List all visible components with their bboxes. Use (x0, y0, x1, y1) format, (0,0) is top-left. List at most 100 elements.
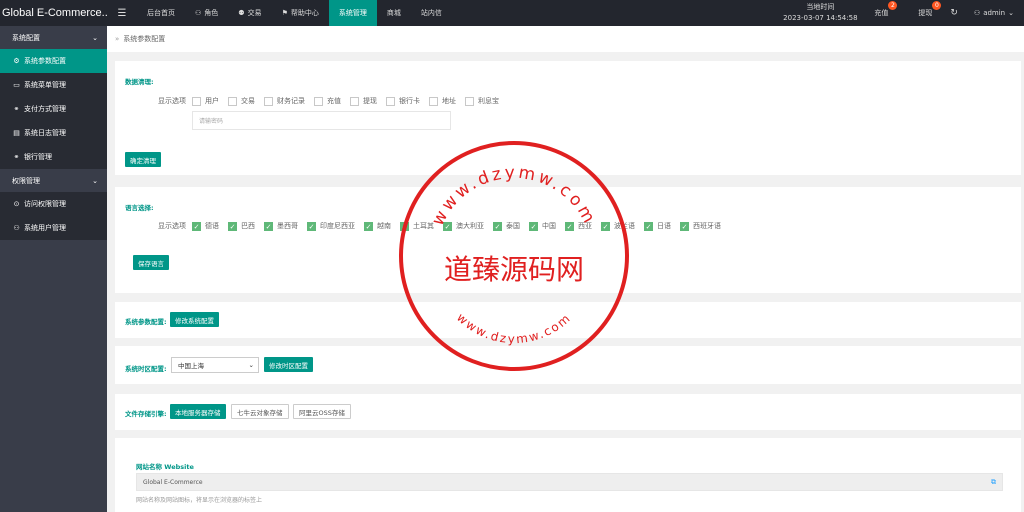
sidebar-item-menu[interactable]: ▭ 系统菜单管理 (0, 73, 107, 97)
password-input[interactable]: 请输密码 (192, 111, 451, 130)
sidebar-item-label: 支付方式管理 (24, 105, 66, 113)
nav-roles[interactable]: ⚇ 角色 (185, 0, 228, 26)
language-option[interactable]: ✓ 西班牙语 (680, 221, 721, 231)
nav-mall[interactable]: 商城 (377, 0, 411, 26)
check-icon[interactable]: ✓ (443, 221, 452, 231)
timezone-select[interactable]: 中国上海 ⌄ (171, 357, 259, 373)
checkbox-label: 利息宝 (478, 97, 499, 105)
checkbox[interactable] (192, 96, 201, 106)
link-icon: ⚭ (13, 105, 20, 113)
clear-option[interactable]: 地址 (429, 96, 456, 106)
checkbox[interactable] (264, 96, 273, 106)
nav-label: 系统管理 (338, 9, 367, 17)
nav-label: 后台首页 (147, 9, 175, 17)
sidebar-item-params[interactable]: ⚙ 系统参数配置 (0, 49, 107, 73)
recharge-link[interactable]: 充值 2 (866, 0, 898, 26)
sidebar-group-system[interactable]: 系统配置 ⌄ (0, 26, 107, 49)
save-language-button[interactable]: 保存语言 (133, 255, 169, 270)
clear-option[interactable]: 提现 (350, 96, 377, 106)
check-icon[interactable]: ✓ (529, 221, 538, 231)
user-icon: ⚇ (13, 224, 20, 232)
check-icon[interactable]: ✓ (228, 221, 237, 231)
clear-option[interactable]: 用户 (192, 96, 219, 106)
sidebar-item-label: 系统参数配置 (24, 57, 66, 65)
user-menu[interactable]: ⚇ admin ⌄ (968, 9, 1024, 17)
edit-timezone-button[interactable]: 修改时区配置 (264, 357, 313, 372)
storage-qiniu-button[interactable]: 七牛云对象存储 (231, 404, 289, 419)
sidebar-item-label: 访问权限管理 (24, 200, 66, 208)
check-icon[interactable]: ✓ (493, 221, 502, 231)
menu-icon[interactable]: ☰ (107, 0, 137, 26)
checkbox[interactable] (386, 96, 395, 106)
storage-local-button[interactable]: 本地服务器存储 (170, 404, 226, 419)
website-title: 网站名称 Website (136, 463, 194, 471)
language-option[interactable]: ✓ 越南 (364, 221, 391, 231)
clear-option[interactable]: 交易 (228, 96, 255, 106)
website-name-input[interactable]: Global E-Commerce ⧉ (136, 473, 1003, 491)
checkbox[interactable] (429, 96, 438, 106)
sidebar-group-permissions[interactable]: 权限管理 ⌄ (0, 169, 107, 192)
check-icon[interactable]: ✓ (565, 221, 574, 231)
gear-icon: ⚙ (13, 57, 20, 65)
language-option[interactable]: ✓ 波兰语 (601, 221, 635, 231)
window-icon: ▭ (13, 81, 20, 89)
language-options: 显示选项 ✓ 德语 ✓ 巴西 ✓ 墨西哥 ✓ 印度尼西亚 ✓ 越南 ✓ 土耳其 ✓ 澳大利亚 … (158, 221, 730, 231)
checkbox[interactable] (350, 96, 359, 106)
checkbox[interactable] (228, 96, 237, 106)
checkbox[interactable] (314, 96, 323, 106)
withdraw-label: 提现 (918, 9, 933, 17)
clear-option[interactable]: 财务记录 (264, 96, 305, 106)
clear-option[interactable]: 利息宝 (465, 96, 499, 106)
clear-option[interactable]: 银行卡 (386, 96, 420, 106)
language-option[interactable]: ✓ 日语 (644, 221, 671, 231)
checkbox-label: 波兰语 (614, 222, 635, 230)
copy-icon[interactable]: ⧉ (991, 478, 996, 487)
language-option[interactable]: ✓ 西亚 (565, 221, 592, 231)
checkbox-label: 提现 (363, 97, 377, 105)
clear-option[interactable]: 充值 (314, 96, 341, 106)
checkbox[interactable] (465, 96, 474, 106)
nav-trade[interactable]: ⚉ 交易 (228, 0, 271, 26)
options-label: 显示选项 (158, 222, 186, 230)
language-option[interactable]: ✓ 德语 (192, 221, 219, 231)
check-icon[interactable]: ✓ (192, 221, 201, 231)
check-icon[interactable]: ✓ (644, 221, 653, 231)
data-clear-card: 数据清理: 显示选项 用户 交易 财务记录 充值 提现 银行卡 地址 利息宝 请… (115, 61, 1021, 175)
brand-title[interactable]: Global E-Commerce... (0, 0, 107, 26)
confirm-clear-button[interactable]: 确定清理 (125, 152, 161, 167)
nav-messages[interactable]: 站内信 (411, 0, 452, 26)
nav-help[interactable]: ⚑ 帮助中心 (272, 0, 329, 26)
language-option[interactable]: ✓ 巴西 (228, 221, 255, 231)
nav-dashboard[interactable]: 后台首页 (137, 0, 185, 26)
nav-system[interactable]: 系统管理 (328, 0, 377, 26)
sidebar-item-users[interactable]: ⚇ 系统用户管理 (0, 216, 107, 240)
group-label: 系统配置 (12, 33, 40, 42)
language-option[interactable]: ✓ 中国 (529, 221, 556, 231)
checkbox-label: 交易 (241, 97, 255, 105)
check-icon[interactable]: ✓ (264, 221, 273, 231)
check-icon[interactable]: ✓ (307, 221, 316, 231)
refresh-icon[interactable]: ↻ (940, 8, 968, 18)
sidebar-item-banks[interactable]: ⚭ 银行管理 (0, 145, 107, 169)
language-option[interactable]: ✓ 土耳其 (400, 221, 434, 231)
sidebar-item-access[interactable]: ⊙ 访问权限管理 (0, 192, 107, 216)
edit-system-config-button[interactable]: 修改系统配置 (170, 312, 219, 327)
sidebar-item-logs[interactable]: ▤ 系统日志管理 (0, 121, 107, 145)
checkbox-label: 用户 (205, 97, 219, 105)
check-icon[interactable]: ✓ (400, 221, 409, 231)
storage-aliyun-button[interactable]: 阿里云OSS存储 (293, 404, 351, 419)
check-icon[interactable]: ✓ (680, 221, 689, 231)
language-option[interactable]: ✓ 墨西哥 (264, 221, 298, 231)
language-option[interactable]: ✓ 澳大利亚 (443, 221, 484, 231)
sidebar: 系统配置 ⌄ ⚙ 系统参数配置 ▭ 系统菜单管理 ⚭ 支付方式管理 ▤ 系统日志管理 ⚭ 银… (0, 26, 107, 512)
language-option[interactable]: ✓ 印度尼西亚 (307, 221, 355, 231)
check-icon[interactable]: ✓ (364, 221, 373, 231)
checkbox-label: 泰国 (506, 222, 520, 230)
timezone-value: 中国上海 (178, 362, 204, 370)
check-icon[interactable]: ✓ (601, 221, 610, 231)
sidebar-item-payment[interactable]: ⚭ 支付方式管理 (0, 97, 107, 121)
breadcrumb: » 系统参数配置 (107, 26, 1024, 52)
withdraw-link[interactable]: 提现 0 (910, 0, 942, 26)
recharge-badge: 2 (888, 1, 898, 10)
language-option[interactable]: ✓ 泰国 (493, 221, 520, 231)
